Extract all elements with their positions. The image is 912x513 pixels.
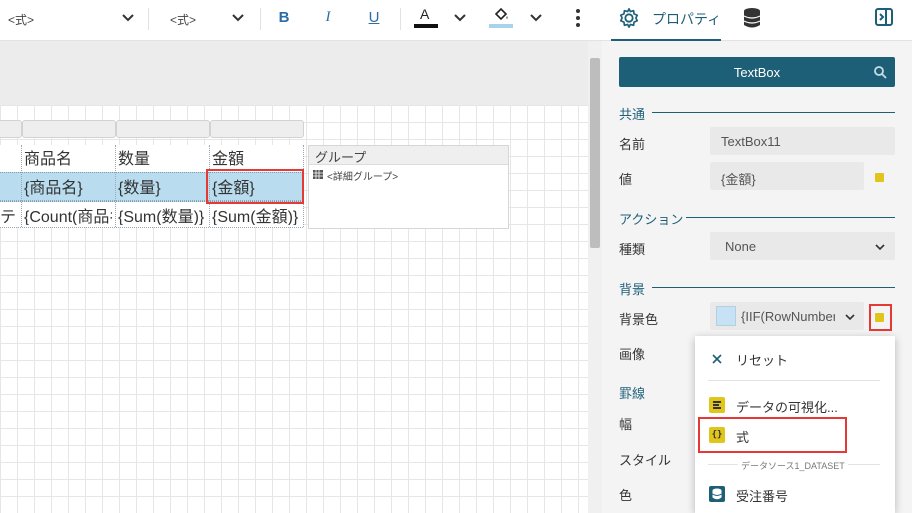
column-handle[interactable] (0, 120, 22, 138)
total-cell[interactable]: {Sum(数量)} (118, 203, 206, 225)
section-divider (686, 217, 895, 218)
paint-bucket-icon (494, 7, 508, 21)
section-border: 罫線 (619, 386, 646, 401)
header-cell[interactable]: 金額 (212, 145, 244, 169)
column-handle[interactable] (210, 120, 304, 138)
bgcolor-label: 背景色 (619, 312, 659, 327)
fill-color-button[interactable] (488, 6, 514, 32)
italic-button[interactable]: I (318, 9, 338, 26)
column-divider (115, 145, 116, 227)
kind-select[interactable]: None (710, 232, 895, 260)
chevron-down-icon[interactable] (120, 9, 136, 25)
value-label: 値 (619, 172, 633, 187)
menu-group-dataset: データソース1_DATASET (738, 459, 848, 472)
detail-cell[interactable]: {数量} (118, 174, 161, 198)
chevron-down-icon[interactable] (452, 9, 468, 25)
bgcolor-value: {IIF(RowNumber( (741, 309, 835, 324)
column-handle[interactable] (22, 120, 116, 138)
highlight-expression-item (698, 417, 847, 453)
name-field[interactable]: TextBox11 (710, 127, 895, 155)
component-header: TextBox (619, 57, 895, 87)
section-divider (652, 287, 895, 288)
table-icon (313, 170, 323, 179)
collapse-panel-icon[interactable] (874, 7, 894, 27)
chevron-down-icon[interactable] (230, 9, 246, 25)
total-cell[interactable]: テ (0, 203, 20, 225)
toolbar-divider (148, 8, 149, 30)
more-vert-icon[interactable] (571, 8, 585, 28)
expression-dropdown-1[interactable]: <式> (8, 11, 34, 28)
menu-item-reset[interactable]: リセット (736, 350, 788, 369)
menu-divider (708, 380, 880, 381)
underline-button[interactable]: U (364, 9, 384, 26)
total-cell[interactable]: {Count(商品名)} (24, 203, 112, 225)
group-item[interactable]: <詳細グループ> (327, 168, 398, 183)
header-cell[interactable]: 数量 (118, 145, 150, 169)
name-label: 名前 (619, 137, 646, 152)
style-label: スタイル (619, 453, 672, 468)
group-panel: グループ <詳細グループ> (308, 145, 509, 229)
row-divider (0, 227, 303, 228)
toolbar-divider (400, 8, 401, 30)
expression-marker-icon[interactable] (875, 173, 884, 182)
component-title: TextBox (733, 65, 781, 80)
chevron-down-icon (845, 314, 855, 321)
image-label: 画像 (619, 347, 646, 362)
field-icon (709, 486, 725, 502)
canvas-margin (0, 41, 588, 105)
visualize-icon (709, 397, 725, 413)
kind-select-value: None (725, 239, 757, 254)
color-label: 色 (619, 488, 633, 503)
highlight-expression-marker (869, 304, 892, 331)
toolbar: <式> <式> B I U A (0, 0, 608, 41)
value-field[interactable]: {金額} (710, 162, 864, 190)
panel-tabs: プロパティ (602, 0, 912, 41)
menu-item-field[interactable]: 受注番号 (736, 486, 788, 505)
section-background: 背景 (619, 282, 646, 297)
font-color-button[interactable]: A (413, 6, 439, 32)
section-action: アクション (619, 212, 684, 227)
header-cell[interactable]: 商品名 (24, 145, 72, 169)
close-icon (712, 354, 722, 364)
kind-label: 種類 (619, 242, 646, 257)
name-field-value: TextBox11 (721, 134, 781, 149)
section-divider (652, 112, 895, 113)
chevron-down-icon (875, 244, 885, 251)
expression-dropdown-2[interactable]: <式> (170, 11, 196, 28)
column-handle[interactable] (116, 120, 210, 138)
bgcolor-select[interactable]: {IIF(RowNumber( (710, 302, 864, 330)
search-icon[interactable] (873, 65, 887, 79)
menu-item-visualize[interactable]: データの可視化... (736, 397, 838, 416)
highlight-selected-cell (206, 169, 304, 204)
total-cell[interactable]: {Sum(金額)} (212, 203, 300, 225)
font-color-swatch (414, 24, 438, 28)
bold-button[interactable]: B (274, 9, 294, 26)
bgcolor-swatch (716, 306, 736, 326)
value-field-value: {金額} (721, 172, 756, 187)
section-common: 共通 (619, 107, 646, 122)
tab-properties[interactable]: プロパティ (652, 9, 721, 29)
width-label: 幅 (619, 417, 633, 432)
scrollbar-thumb[interactable] (590, 58, 600, 248)
active-tab-indicator (611, 39, 721, 41)
fill-color-swatch (489, 24, 513, 28)
chevron-down-icon[interactable] (528, 9, 544, 25)
group-panel-title: グループ (315, 150, 367, 165)
design-canvas[interactable] (0, 41, 588, 513)
font-color-icon: A (420, 6, 430, 22)
gear-icon[interactable] (618, 7, 640, 29)
toolbar-divider (260, 8, 261, 30)
column-divider (21, 145, 22, 227)
detail-cell[interactable]: {商品名} (24, 174, 83, 198)
database-icon[interactable] (743, 7, 761, 29)
